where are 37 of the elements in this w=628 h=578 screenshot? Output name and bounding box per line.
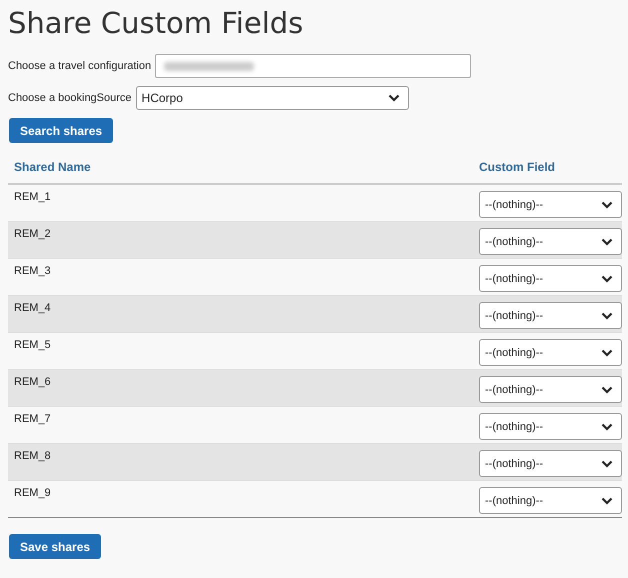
table-cell-text: REM_7 <box>13 412 52 427</box>
chevron-down-icon <box>601 348 613 356</box>
custom-field-dropdown[interactable]: --(nothing)-- <box>479 450 622 477</box>
column-header: Custom Field <box>478 160 556 174</box>
table-cell-text: REM_4 <box>13 301 52 316</box>
custom-field-dropdown[interactable]: --(nothing)-- <box>479 228 622 255</box>
table-cell-text: REM_2 <box>13 227 52 242</box>
table-cell-text: REM_9 <box>13 486 52 501</box>
search-shares-button[interactable]: Search shares <box>9 118 114 143</box>
custom-field-dropdown[interactable]: --(nothing)-- <box>479 413 622 440</box>
chevron-down-icon <box>601 274 613 282</box>
custom-field-dropdown[interactable]: --(nothing)-- <box>479 265 622 292</box>
table-cell-text: REM_6 <box>13 375 52 390</box>
chevron-down-icon <box>601 200 613 208</box>
custom-field-dropdown[interactable]: --(nothing)-- <box>479 339 622 366</box>
custom-field-dropdown[interactable]: --(nothing)-- <box>479 376 622 403</box>
chevron-down-icon <box>601 496 613 504</box>
chevron-down-icon <box>601 422 613 430</box>
custom-field-dropdown[interactable]: --(nothing)-- <box>479 302 622 329</box>
custom-field-dropdown[interactable]: --(nothing)-- <box>479 191 622 218</box>
column-header: Shared Name <box>13 160 92 174</box>
table-cell-text: REM_3 <box>13 264 52 279</box>
booking-source-dropdown[interactable]: HCorpo <box>136 86 409 110</box>
travel-configuration-field[interactable] <box>155 54 472 78</box>
page-title: Share Custom Fields <box>8 6 304 40</box>
field-label: Choose a bookingSource <box>8 92 132 104</box>
table-cell-text: REM_1 <box>13 190 52 205</box>
chevron-down-icon <box>601 312 613 320</box>
table-cell-text: REM_5 <box>13 338 52 353</box>
table-cell-text: REM_8 <box>13 449 52 464</box>
chevron-down-icon <box>601 460 613 468</box>
chevron-down-icon <box>388 94 400 102</box>
field-label: Choose a travel configuration <box>8 60 152 72</box>
save-shares-button[interactable]: Save shares <box>9 534 102 559</box>
custom-field-dropdown[interactable]: --(nothing)-- <box>479 487 622 514</box>
chevron-down-icon <box>601 386 613 394</box>
chevron-down-icon <box>601 238 613 246</box>
